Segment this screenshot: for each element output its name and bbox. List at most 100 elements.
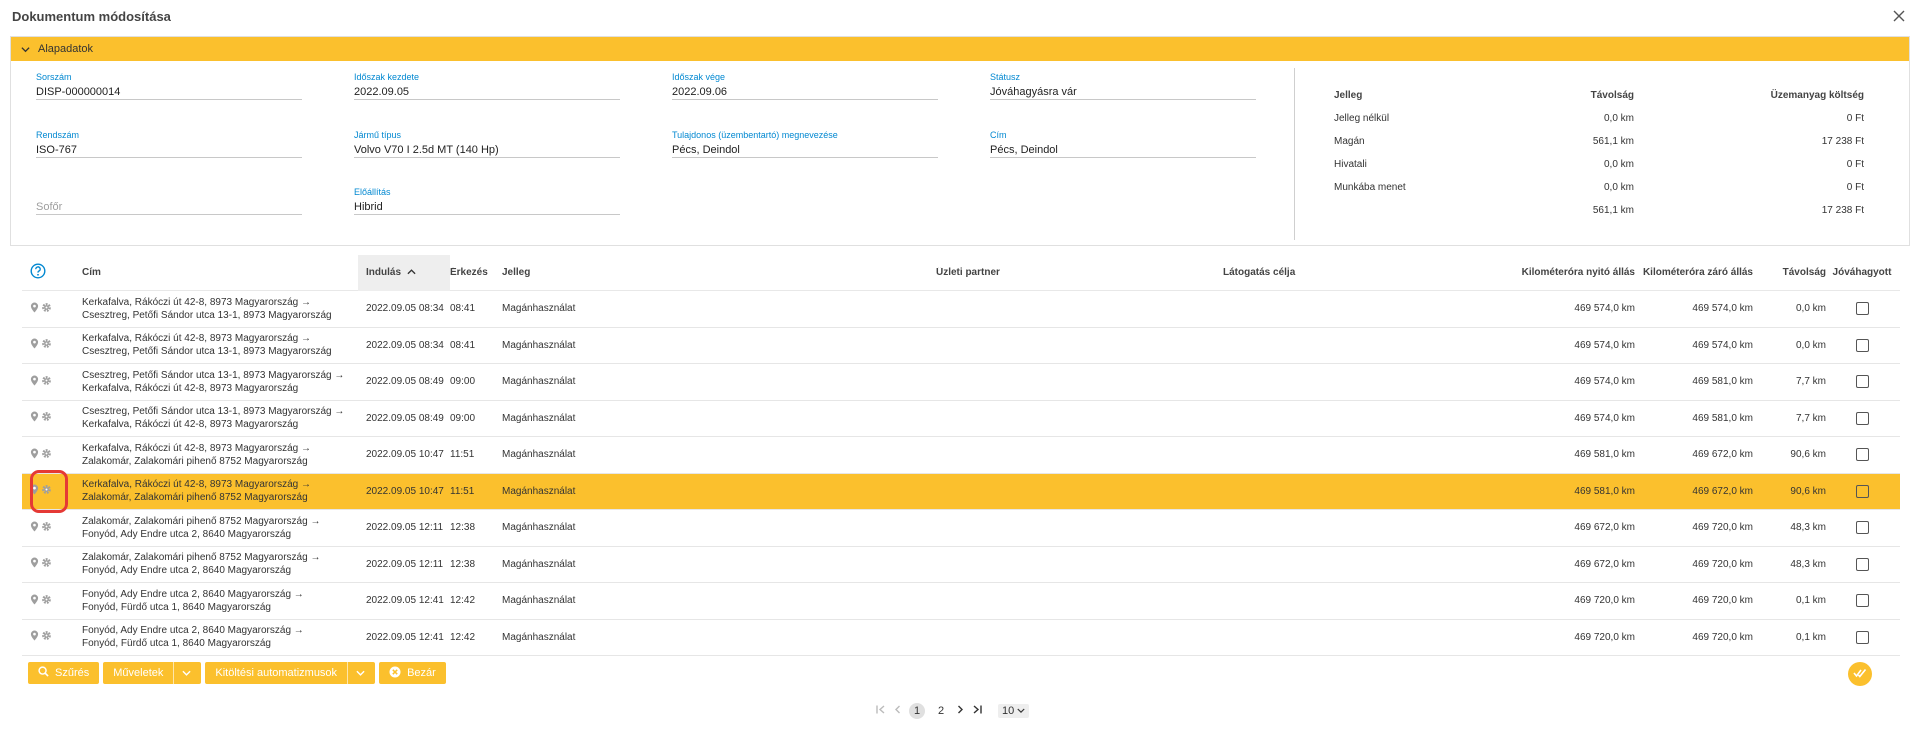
col-jovahagyott[interactable]: Jóváhagyott [1826, 267, 1898, 278]
idoszak-vege-value[interactable]: 2022.09.06 [672, 84, 938, 100]
page-2[interactable]: 2 [933, 703, 949, 719]
map-pin-icon[interactable] [30, 338, 39, 352]
tulajdonos-field[interactable]: Tulajdonos (üzembentartó) megnevezése Pé… [672, 130, 938, 158]
idoszak-kezdete-field[interactable]: Időszak kezdete 2022.09.05 [354, 72, 620, 100]
help-icon[interactable] [30, 263, 46, 282]
sofor-field[interactable]: Sofőr [36, 187, 302, 215]
sorszam-value[interactable]: DISP-000000014 [36, 84, 302, 100]
col-tavolsag[interactable]: Távolság [1753, 267, 1826, 278]
col-km-nyito[interactable]: Kilométeróra nyitó állás [1473, 267, 1635, 278]
chevron-down-icon[interactable] [173, 662, 191, 684]
col-uzleti-partner[interactable]: Üzleti partner [936, 267, 1223, 278]
map-pin-icon[interactable] [30, 557, 39, 571]
jovahagyott-checkbox[interactable] [1855, 375, 1869, 389]
col-jelleg[interactable]: Jelleg [502, 267, 936, 278]
map-pin-icon[interactable] [30, 484, 39, 498]
summary-row: Magán 561,1 km 17 238 Ft [1334, 136, 1864, 147]
map-pin-icon[interactable] [30, 630, 39, 644]
table-row[interactable]: Kerkafalva, Rákóczi út 42-8, 8973 Magyar… [22, 473, 1900, 510]
double-check-icon [1853, 668, 1867, 681]
map-pin-icon[interactable] [30, 375, 39, 389]
jovahagyott-checkbox[interactable] [1855, 630, 1869, 644]
cell-erkezes: 09:00 [450, 412, 476, 424]
first-page-icon[interactable] [876, 705, 886, 717]
cim-field[interactable]: Cím Pécs, Deindol [990, 130, 1256, 158]
table-row[interactable]: Fonyód, Ady Endre utca 2, 8640 Magyarors… [22, 583, 1900, 620]
gear-icon[interactable] [41, 375, 52, 389]
rendszam-field[interactable]: Rendszám ISO-767 [36, 130, 302, 158]
col-erkezes[interactable]: Érkezés [450, 267, 502, 278]
table-row[interactable]: Zalakomár, Zalakomári pihenő 8752 Magyar… [22, 547, 1900, 583]
col-km-zaro[interactable]: Kilométeróra záró állás [1635, 267, 1753, 278]
gear-icon[interactable] [41, 521, 52, 535]
jovahagyott-checkbox[interactable] [1855, 302, 1869, 316]
table-row[interactable]: Csesztreg, Petőfi Sándor utca 13-1, 8973… [22, 364, 1900, 401]
prev-page-icon[interactable] [894, 705, 901, 717]
kitoltesi-automatizmusok-button[interactable]: Kitöltési automatizmusok [205, 662, 376, 684]
trips-grid: Cím Indulás Érkezés Jelleg Üzleti partne… [22, 254, 1900, 656]
approve-fab-button[interactable] [1848, 662, 1872, 686]
cell-indulas: 2022.09.05 08:49 [366, 412, 444, 424]
cell-km-nyito: 469 720,0 km [1574, 595, 1635, 607]
col-indulas[interactable]: Indulás [358, 254, 450, 291]
jovahagyott-checkbox[interactable] [1855, 338, 1869, 352]
col-cim[interactable]: Cím [82, 266, 358, 279]
table-row[interactable]: Csesztreg, Petőfi Sándor utca 13-1, 8973… [22, 401, 1900, 437]
table-row[interactable]: Kerkafalva, Rákóczi út 42-8, 8973 Magyar… [22, 291, 1900, 328]
jovahagyott-checkbox[interactable] [1855, 484, 1869, 498]
jovahagyott-checkbox[interactable] [1855, 557, 1869, 571]
page-size-select[interactable]: 10 [998, 704, 1030, 718]
cell-km-zaro: 469 720,0 km [1692, 522, 1753, 534]
elohajtas-value[interactable]: Hibrid [354, 199, 620, 215]
gear-icon[interactable] [41, 594, 52, 608]
chevron-down-icon[interactable] [21, 45, 30, 54]
gear-icon[interactable] [41, 448, 52, 462]
close-icon[interactable] [1890, 7, 1908, 25]
cim-value[interactable]: Pécs, Deindol [990, 142, 1256, 158]
gear-icon[interactable] [41, 338, 52, 352]
gear-icon[interactable] [41, 302, 52, 316]
last-page-icon[interactable] [972, 705, 982, 717]
jovahagyott-checkbox[interactable] [1855, 594, 1869, 608]
gear-icon[interactable] [41, 484, 52, 498]
elohajtas-field[interactable]: Előállítás Hibrid [354, 187, 620, 215]
gear-icon[interactable] [41, 557, 52, 571]
summary-table: Jelleg Távolság Üzemanyag költség Jelleg… [1334, 84, 1864, 222]
cell-tavolsag: 90,6 km [1790, 485, 1826, 497]
jarmu-tipus-value[interactable]: Volvo V70 I 2.5d MT (140 Hp) [354, 142, 620, 158]
next-page-icon[interactable] [957, 705, 964, 717]
jovahagyott-checkbox[interactable] [1855, 411, 1869, 425]
idoszak-kezdete-value[interactable]: 2022.09.05 [354, 84, 620, 100]
table-row[interactable]: Fonyód, Ady Endre utca 2, 8640 Magyarors… [22, 620, 1900, 656]
gear-icon[interactable] [41, 630, 52, 644]
table-row[interactable]: Kerkafalva, Rákóczi út 42-8, 8973 Magyar… [22, 437, 1900, 474]
tulajdonos-value[interactable]: Pécs, Deindol [672, 142, 938, 158]
table-row[interactable]: Kerkafalva, Rákóczi út 42-8, 8973 Magyar… [22, 328, 1900, 364]
jarmu-tipus-field[interactable]: Jármű típus Volvo V70 I 2.5d MT (140 Hp) [354, 130, 620, 158]
bezar-button[interactable]: Bezár [379, 662, 446, 684]
map-pin-icon[interactable] [30, 594, 39, 608]
col-latogatas-celja[interactable]: Látogatás célja [1223, 267, 1473, 278]
rendszam-value[interactable]: ISO-767 [36, 142, 302, 158]
sort-asc-icon[interactable] [407, 267, 416, 278]
jovahagyott-checkbox[interactable] [1855, 448, 1869, 462]
sorszam-field[interactable]: Sorszám DISP-000000014 [36, 72, 302, 100]
statusz-value[interactable]: Jóváhagyásra vár [990, 84, 1256, 100]
page-1[interactable]: 1 [909, 703, 925, 719]
map-pin-icon[interactable] [30, 521, 39, 535]
jovahagyott-checkbox[interactable] [1855, 521, 1869, 535]
statusz-field[interactable]: Státusz Jóváhagyásra vár [990, 72, 1256, 100]
cell-km-nyito: 469 672,0 km [1574, 522, 1635, 534]
sofor-input[interactable]: Sofőr [36, 199, 302, 215]
gear-icon[interactable] [41, 411, 52, 425]
idoszak-vege-field[interactable]: Időszak vége 2022.09.06 [672, 72, 938, 100]
muveletek-button[interactable]: Műveletek [103, 662, 202, 684]
map-pin-icon[interactable] [30, 302, 39, 316]
szures-button[interactable]: Szűrés [28, 662, 100, 684]
panel-header[interactable]: Alapadatok [11, 37, 1909, 61]
cell-km-zaro: 469 720,0 km [1692, 631, 1753, 643]
table-row[interactable]: Zalakomár, Zalakomári pihenő 8752 Magyar… [22, 510, 1900, 547]
chevron-down-icon[interactable] [347, 662, 365, 684]
map-pin-icon[interactable] [30, 448, 39, 462]
map-pin-icon[interactable] [30, 411, 39, 425]
